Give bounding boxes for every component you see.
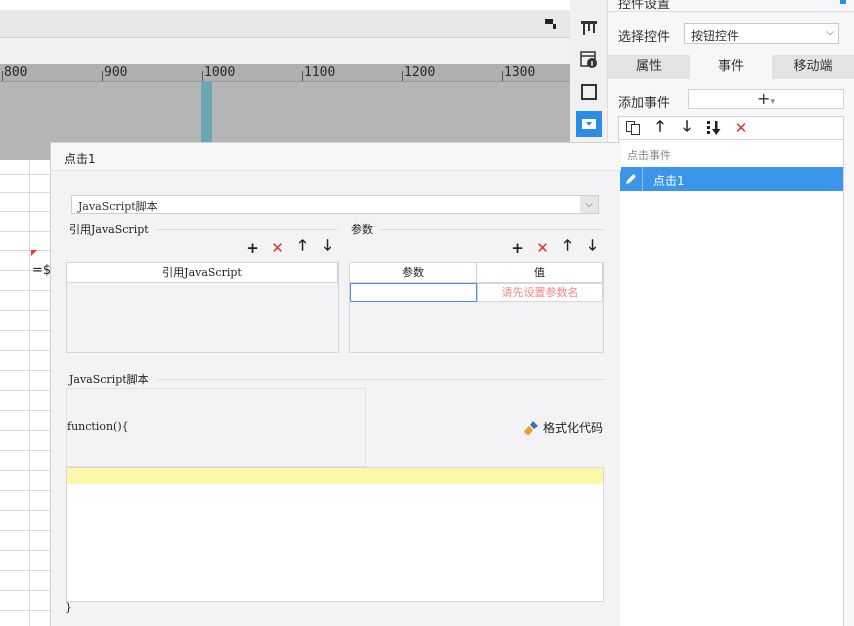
edit-pencil-icon[interactable] [619, 167, 643, 191]
format-code-button[interactable]: 格式化代码 [523, 419, 603, 436]
divider [379, 229, 604, 230]
divider [156, 229, 338, 230]
divider [157, 379, 605, 380]
param-name-input[interactable] [350, 283, 477, 302]
delete-icon[interactable]: ✕ [270, 239, 285, 257]
ruler-label: 800 [4, 65, 28, 80]
ruler-label: 1000 [204, 65, 236, 80]
tab-mobile[interactable]: 移动端 [772, 55, 854, 79]
tab-events[interactable]: 事件 [690, 55, 772, 79]
param-value-placeholder[interactable]: 请先设置参数名 [477, 283, 603, 302]
function-footer: } [65, 601, 72, 614]
copy-icon[interactable] [625, 120, 641, 136]
settings-tabs: 属性 事件 移动端 [608, 55, 854, 79]
current-line-highlight [67, 468, 603, 484]
panel-header: 控件设置 [608, 0, 854, 12]
format-code-label: 格式化代码 [543, 421, 604, 435]
tab-properties[interactable]: 属性 [608, 55, 690, 79]
move-down-icon[interactable]: 🡓 [320, 236, 335, 255]
params-toolbar: + ✕ 🡑 🡓 [510, 236, 600, 257]
move-up-icon[interactable]: 🡑 [560, 236, 575, 255]
frame-icon[interactable] [579, 18, 599, 38]
params-section-title: 参数 [351, 223, 373, 236]
select-widget-label: 选择控件 [618, 30, 671, 45]
param-name-column-header: 参数 [350, 263, 477, 283]
cell-comment-marker [31, 250, 37, 256]
event-list-item[interactable]: 点击1 [619, 167, 843, 191]
horizontal-ruler: 800 900 1000 1100 1200 1300 [0, 64, 570, 82]
ref-js-section-title: 引用JavaScript [69, 223, 149, 236]
event-item-label: 点击1 [653, 174, 685, 188]
code-editor[interactable] [66, 467, 604, 602]
event-group-label: 点击事件 [627, 149, 671, 162]
ruler-label: 900 [104, 65, 128, 80]
dialog-title: 点击1 [64, 152, 96, 166]
brush-icon [523, 420, 539, 436]
move-up-icon[interactable]: 🡑 [652, 117, 668, 136]
event-type-value: JavaScript脚本 [78, 200, 158, 213]
square-icon[interactable] [579, 82, 599, 102]
script-section-title: JavaScript脚本 [69, 373, 149, 386]
ruler-label: 1300 [504, 65, 536, 80]
widget-select-value: 按钮控件 [691, 29, 740, 43]
move-up-icon[interactable]: 🡑 [295, 236, 310, 255]
widget-select[interactable]: 按钮控件 ⌵ [684, 23, 839, 44]
event-type-select[interactable]: JavaScript脚本 ⌵ [71, 195, 599, 214]
table-header: 参数 值 [350, 263, 603, 283]
selection-highlight [201, 82, 212, 142]
chevron-down-icon: ⌵ [580, 196, 598, 213]
delete-icon[interactable]: ✕ [733, 119, 749, 137]
move-down-icon[interactable]: 🡓 [585, 236, 600, 255]
move-bottom-icon[interactable] [706, 120, 722, 136]
add-event-label: 添加事件 [618, 96, 671, 111]
ruler-label: 1200 [404, 65, 436, 80]
add-icon[interactable]: + [245, 239, 260, 257]
add-event-button[interactable]: +▾ [688, 89, 844, 109]
dropdown-widget-icon[interactable] [576, 111, 602, 137]
chevron-down-icon: ⌵ [826, 27, 834, 38]
event-edit-dialog: 点击1 JavaScript脚本 ⌵ 引用JavaScript + ✕ 🡑 🡓 … [50, 142, 621, 626]
param-value-column-header: 值 [477, 263, 603, 283]
table-info-icon[interactable] [579, 50, 599, 70]
editor-area-top [0, 38, 570, 64]
widget-settings-panel: 控件设置 选择控件 按钮控件 ⌵ 属性 事件 移动端 添加事件 +▾ 🡑 🡓 ✕… [608, 0, 854, 626]
ref-js-column-header: 引用JavaScript [67, 263, 338, 283]
event-list: 点击事件 点击1 [618, 140, 844, 626]
event-toolbar: 🡑 🡓 ✕ [618, 116, 844, 140]
ref-js-table: 引用JavaScript [66, 262, 339, 353]
ref-js-toolbar: + ✕ 🡑 🡓 [245, 236, 335, 257]
dialog-header: 点击1 [51, 143, 621, 171]
params-table: 参数 值 请先设置参数名 [349, 262, 604, 353]
panel-title: 控件设置 [618, 0, 671, 12]
editor-toolbar [0, 10, 570, 38]
caret-down-icon: ▾ [770, 97, 775, 107]
collapse-icon[interactable] [840, 0, 846, 4]
plus-icon: + [757, 89, 771, 108]
add-icon[interactable]: + [510, 239, 525, 257]
spreadsheet-grid[interactable]: =$ [0, 160, 52, 626]
cell-formula-text: =$ [32, 263, 52, 278]
format-painter-icon[interactable] [544, 17, 558, 31]
top-strip [0, 0, 570, 10]
function-header: function(){ [67, 420, 129, 433]
ruler-label: 1100 [304, 65, 336, 80]
delete-icon[interactable]: ✕ [535, 239, 550, 257]
move-down-icon[interactable]: 🡓 [679, 117, 695, 136]
table-header: 引用JavaScript [67, 263, 338, 283]
